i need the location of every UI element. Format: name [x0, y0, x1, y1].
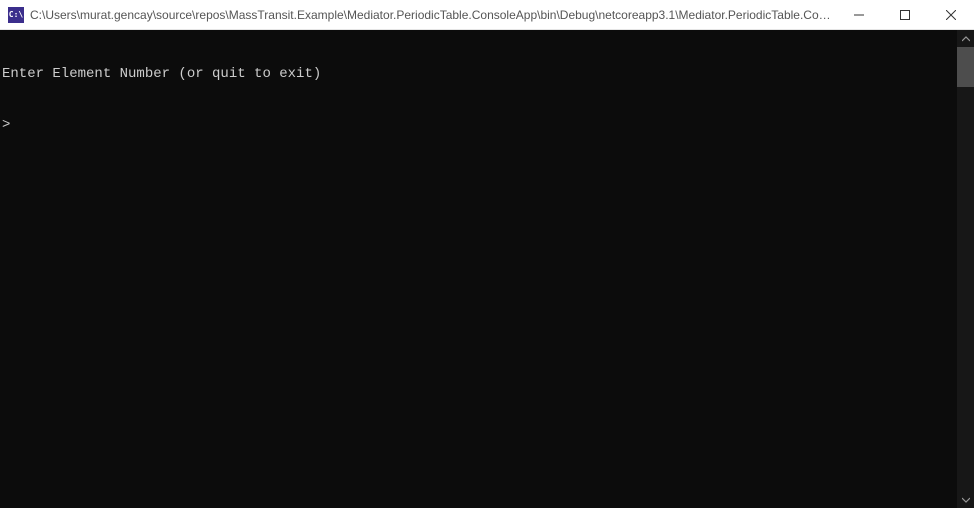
- minimize-icon: [854, 10, 864, 20]
- window-controls: [836, 0, 974, 29]
- chevron-down-icon: [962, 496, 970, 504]
- chevron-up-icon: [962, 35, 970, 43]
- console-prompt-line: Enter Element Number (or quit to exit): [2, 66, 957, 83]
- vertical-scrollbar[interactable]: [957, 30, 974, 508]
- app-icon: C:\: [8, 7, 24, 23]
- maximize-button[interactable]: [882, 0, 928, 29]
- scroll-track[interactable]: [957, 47, 974, 491]
- window-titlebar: C:\ C:\Users\murat.gencay\source\repos\M…: [0, 0, 974, 30]
- console-input-line: >: [2, 117, 957, 134]
- scroll-down-button[interactable]: [957, 491, 974, 508]
- close-button[interactable]: [928, 0, 974, 29]
- scroll-thumb[interactable]: [957, 47, 974, 87]
- console-area[interactable]: Enter Element Number (or quit to exit) >: [0, 30, 974, 508]
- console-output: Enter Element Number (or quit to exit) >: [0, 30, 957, 508]
- minimize-button[interactable]: [836, 0, 882, 29]
- window-title: C:\Users\murat.gencay\source\repos\MassT…: [30, 8, 836, 22]
- close-icon: [946, 10, 956, 20]
- scroll-up-button[interactable]: [957, 30, 974, 47]
- maximize-icon: [900, 10, 910, 20]
